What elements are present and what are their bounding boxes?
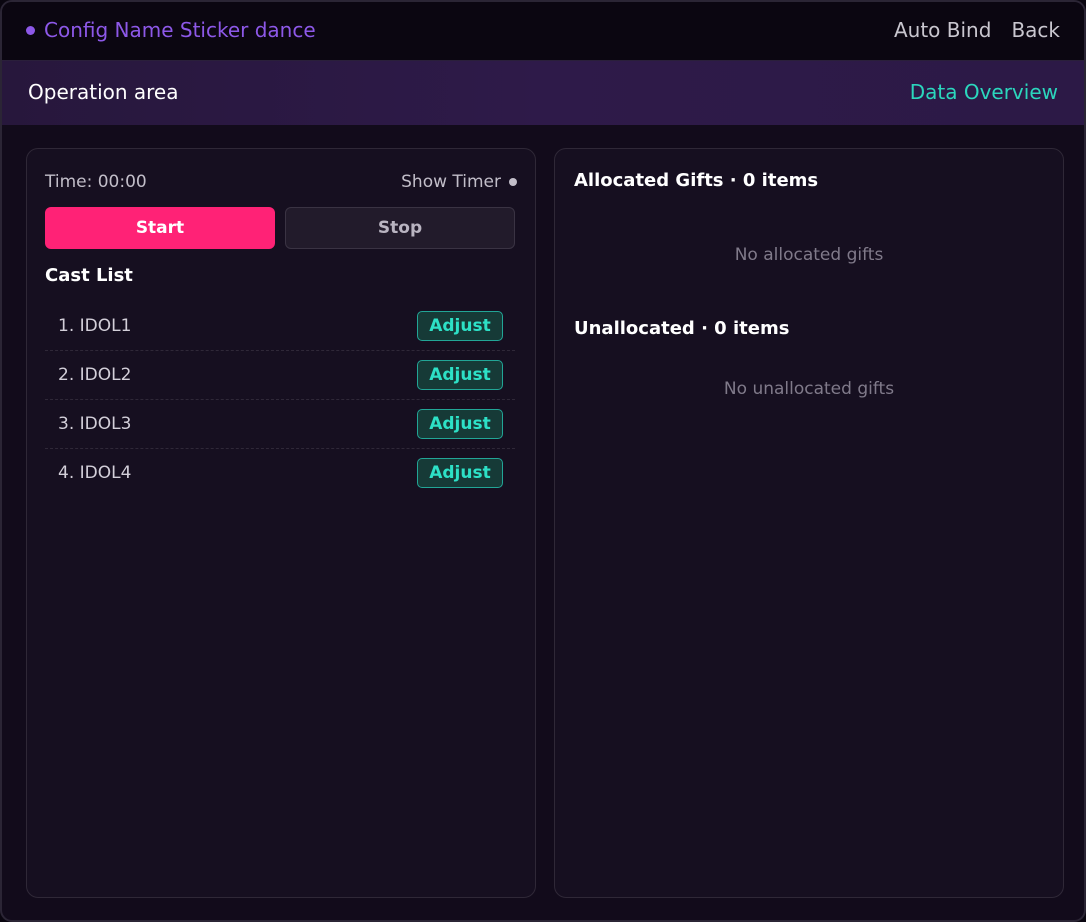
adjust-button[interactable]: Adjust — [417, 409, 503, 439]
show-timer-label: Show Timer — [401, 172, 501, 192]
status-dot-icon — [26, 25, 35, 35]
config-name-text: Config Name Sticker dance — [44, 18, 316, 42]
cast-list-item: 3. IDOL3 Adjust — [45, 400, 515, 449]
adjust-button[interactable]: Adjust — [417, 311, 503, 341]
gifts-panel: Allocated Gifts · 0 items No allocated g… — [554, 148, 1064, 898]
allocated-gifts-title: Allocated Gifts · 0 items — [574, 170, 819, 191]
title-bar: Config Name Sticker dance Auto Bind Back — [2, 2, 1084, 61]
app-window: Config Name Sticker dance Auto Bind Back… — [0, 0, 1086, 922]
cast-list-title: Cast List — [45, 265, 133, 286]
cast-list-item: 2. IDOL2 Adjust — [45, 351, 515, 400]
config-title: Config Name Sticker dance — [26, 18, 316, 42]
adjust-button[interactable]: Adjust — [417, 458, 503, 488]
cast-name: 1. IDOL1 — [58, 316, 132, 336]
title-actions: Auto Bind Back — [894, 18, 1060, 42]
data-overview-link[interactable]: Data Overview — [910, 80, 1058, 104]
toggle-dot-icon — [509, 178, 517, 186]
unallocated-gifts-title: Unallocated · 0 items — [574, 318, 790, 339]
unallocated-empty-message: No unallocated gifts — [723, 379, 895, 399]
adjust-button[interactable]: Adjust — [417, 360, 503, 390]
back-button[interactable]: Back — [1011, 18, 1060, 42]
show-timer-toggle[interactable]: Show Timer — [401, 172, 517, 192]
cast-name: 2. IDOL2 — [58, 365, 132, 385]
operation-area-title: Operation area — [28, 80, 179, 104]
operation-bar: Operation area Data Overview — [2, 61, 1084, 125]
control-panel: Time: 00:00 Show Timer Start Stop Cast L… — [26, 148, 536, 898]
cast-list-item: 4. IDOL4 Adjust — [45, 449, 515, 497]
allocated-empty-message: No allocated gifts — [734, 245, 884, 265]
start-button[interactable]: Start — [45, 207, 275, 249]
timer-readout: Time: 00:00 — [45, 172, 147, 192]
cast-name: 4. IDOL4 — [58, 463, 132, 483]
stop-button[interactable]: Stop — [285, 207, 515, 249]
cast-list: 1. IDOL1 Adjust 2. IDOL2 Adjust 3. IDOL3… — [45, 302, 515, 497]
cast-name: 3. IDOL3 — [58, 414, 132, 434]
auto-bind-button[interactable]: Auto Bind — [894, 18, 991, 42]
cast-list-item: 1. IDOL1 Adjust — [45, 302, 515, 351]
